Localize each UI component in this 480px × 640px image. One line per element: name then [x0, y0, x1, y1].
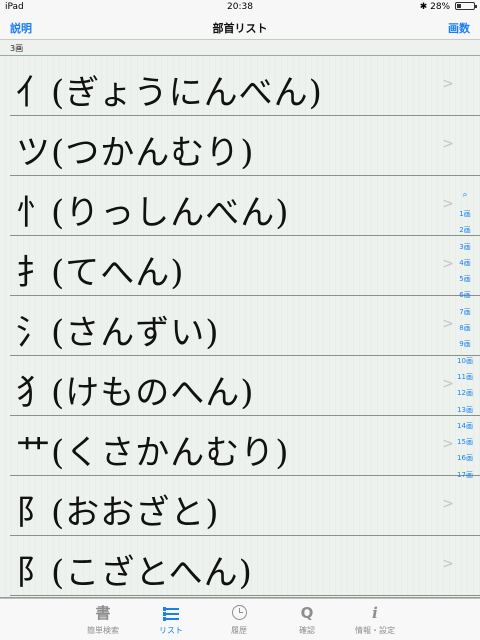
list-icon	[136, 603, 206, 623]
radical-label: 艹(くさかんむり)	[16, 433, 290, 473]
info-icon: i	[372, 604, 378, 622]
tab-label: 情報・設定	[355, 626, 395, 635]
radical-label: 亻(ぎょうにんべん)	[16, 73, 323, 113]
list-item[interactable]: 忄(りっしんべん) >	[10, 176, 480, 236]
tab-history[interactable]: 履歴	[204, 603, 274, 636]
status-bar: iPad 20:38 ✱ 28%	[0, 0, 480, 16]
index-item[interactable]: 16画	[454, 450, 476, 466]
tab-bar: 書 簡単検索 リスト 履歴 Q 確認 i 情報・設定	[0, 598, 480, 640]
radical-label: 犭(けものへん)	[16, 373, 255, 413]
status-right: ✱ 28%	[419, 2, 477, 12]
stroke-count-button[interactable]: 画数	[448, 20, 470, 36]
list-item[interactable]: 犭(けものへん) >	[10, 356, 480, 416]
list-item[interactable]: ツ(つかんむり) >	[10, 116, 480, 176]
section-index[interactable]: ⌕ 1画 2画 3画 4画 5画 6画 7画 8画 9画 10画 11画 12画…	[454, 190, 476, 483]
index-item[interactable]: 17画	[454, 467, 476, 483]
radical-label: 阝(こざとへん)	[16, 553, 253, 593]
q-icon: Q	[300, 604, 314, 622]
index-item[interactable]: 7画	[454, 304, 476, 320]
chevron-right-icon: >	[442, 496, 454, 512]
index-item[interactable]: 11画	[454, 369, 476, 385]
page-title: 部首リスト	[212, 22, 268, 35]
list-item[interactable]: 阝(こざとへん) >	[10, 536, 480, 596]
tab-list[interactable]: リスト	[136, 603, 206, 636]
status-time: 20:38	[227, 2, 253, 12]
radical-list[interactable]: 3画 亻(ぎょうにんべん) > ツ(つかんむり) > 忄(りっしんべん) > 扌…	[0, 40, 480, 598]
list-item[interactable]: 扌(てへん) >	[10, 236, 480, 296]
chevron-right-icon: >	[442, 256, 454, 272]
index-item[interactable]: 6画	[454, 287, 476, 303]
index-item[interactable]: 3画	[454, 239, 476, 255]
chevron-right-icon: >	[442, 376, 454, 392]
tab-simple-search[interactable]: 書 簡単検索	[68, 603, 138, 636]
chevron-right-icon: >	[442, 136, 454, 152]
tab-confirm[interactable]: Q 確認	[272, 603, 342, 636]
chevron-right-icon: >	[442, 196, 454, 212]
clock-icon	[204, 603, 274, 623]
radical-label: 氵(さんずい)	[16, 313, 220, 353]
navigation-bar: 説明 部首リスト 画数	[0, 16, 480, 40]
chevron-right-icon: >	[442, 76, 454, 92]
tab-info-settings[interactable]: i 情報・設定	[340, 603, 410, 636]
radical-label: ツ(つかんむり)	[16, 133, 255, 173]
list-item[interactable]: 亻(ぎょうにんべん) >	[10, 56, 480, 116]
tab-label: 簡単検索	[87, 626, 119, 635]
radical-label: 阝(おおざと)	[16, 493, 220, 533]
index-item[interactable]: 4画	[454, 255, 476, 271]
index-item[interactable]: 10画	[454, 353, 476, 369]
index-item[interactable]: 1画	[454, 206, 476, 222]
index-item[interactable]: 9画	[454, 336, 476, 352]
battery-percent: 28%	[430, 2, 451, 12]
search-icon[interactable]: ⌕	[454, 190, 476, 206]
chevron-right-icon: >	[442, 316, 454, 332]
bluetooth-icon: ✱	[419, 2, 428, 12]
radical-label: 忄(りっしんべん)	[16, 193, 290, 233]
chevron-right-icon: >	[442, 556, 454, 572]
book-icon: 書	[95, 604, 111, 622]
radical-label: 扌(てへん)	[16, 253, 185, 293]
index-item[interactable]: 13画	[454, 402, 476, 418]
index-item[interactable]: 5画	[454, 271, 476, 287]
chevron-right-icon: >	[442, 436, 454, 452]
tab-label: リスト	[159, 626, 183, 635]
list-item[interactable]: 阝(おおざと) >	[10, 476, 480, 536]
tab-label: 確認	[299, 626, 315, 635]
index-item[interactable]: 15画	[454, 434, 476, 450]
tab-label: 履歴	[231, 626, 247, 635]
battery-icon	[455, 2, 477, 10]
list-item[interactable]: 艹(くさかんむり) >	[10, 416, 480, 476]
index-item[interactable]: 14画	[454, 418, 476, 434]
index-item[interactable]: 12画	[454, 385, 476, 401]
section-header: 3画	[0, 40, 480, 56]
index-item[interactable]: 8画	[454, 320, 476, 336]
index-item[interactable]: 2画	[454, 222, 476, 238]
list-item[interactable]: 氵(さんずい) >	[10, 296, 480, 356]
